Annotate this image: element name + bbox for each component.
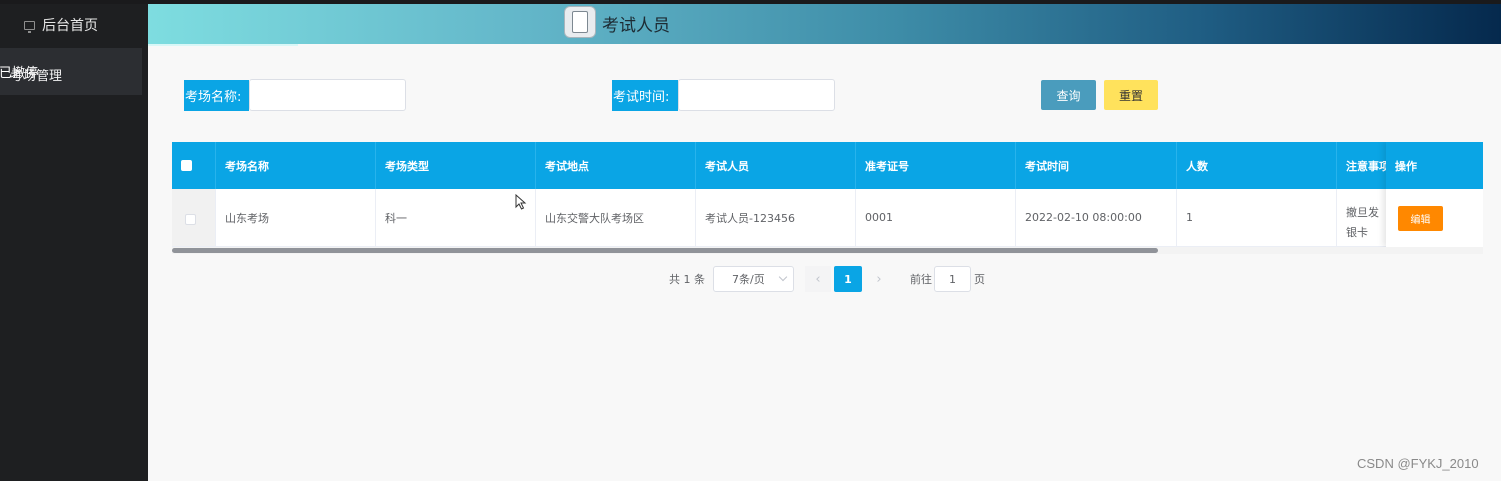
goto-page-input[interactable]: 1 (934, 266, 971, 292)
mouse-cursor-icon (515, 194, 527, 210)
column-header[interactable]: 考场名称 (216, 142, 376, 189)
select-all-checkbox[interactable] (181, 160, 192, 171)
cell-notes: 撤旦发银卡 (1337, 189, 1389, 247)
scrollbar-thumb[interactable] (172, 248, 1158, 253)
chevron-down-icon (778, 272, 788, 282)
table-header: 考场名称 考场类型 考试地点 考试人员 准考证号 考试时间 人数 注意事项 (172, 142, 1483, 189)
column-header-actions: 操作 (1386, 142, 1483, 189)
cell-count: 1 (1177, 189, 1337, 247)
fixed-actions-column: 操作 编辑 (1386, 142, 1483, 247)
header-highlight (148, 44, 298, 46)
column-header[interactable]: 考试人员 (696, 142, 856, 189)
data-table: 考场名称 考场类型 考试地点 考试人员 准考证号 考试时间 人数 注意事项 山东… (172, 142, 1483, 254)
exam-site-label: 考场名称: (184, 80, 249, 111)
page-title: 考试人员 (602, 16, 670, 36)
cell-exam-time: 2022-02-10 08:00:00 (1016, 189, 1177, 247)
column-header[interactable]: 考试地点 (536, 142, 696, 189)
prev-page-button[interactable]: ‹ (805, 266, 831, 292)
goto-label: 前往 (910, 273, 932, 286)
page-size-select[interactable]: 7条/页 (713, 266, 794, 292)
edit-button[interactable]: 编辑 (1398, 206, 1443, 231)
top-header: 考试人员 (148, 4, 1501, 46)
next-page-button[interactable]: › (866, 266, 892, 292)
sidebar: 后台首页 已撤停 考场管理 (0, 4, 148, 481)
exam-time-input[interactable] (678, 79, 835, 111)
column-header[interactable]: 考场类型 (376, 142, 536, 189)
column-header[interactable]: 准考证号 (856, 142, 1016, 189)
watermark: CSDN @FYKJ_2010 (1357, 456, 1479, 471)
pagination-total: 共 1 条 (669, 273, 705, 286)
page-number-current[interactable]: 1 (834, 266, 862, 292)
table-row[interactable]: 山东考场 科一 山东交警大队考场区 考试人员-123456 0001 2022-… (172, 189, 1483, 247)
goto-suffix: 页 (974, 273, 985, 286)
sidebar-item-home-label: 后台首页 (42, 18, 98, 34)
sidebar-item-exam-management[interactable]: 已撤停 考场管理 (0, 48, 142, 95)
exam-time-label: 考试时间: (612, 80, 678, 111)
cell-site-name: 山东考场 (216, 189, 376, 247)
window-top-edge (0, 0, 1501, 4)
sidebar-item-home[interactable]: 后台首页 (0, 4, 148, 46)
page-size-value: 7条/页 (732, 273, 765, 286)
monitor-icon (24, 20, 35, 33)
cell-location: 山东交警大队考场区 (536, 189, 696, 247)
cell-examinee: 考试人员-123456 (696, 189, 856, 247)
select-all-cell (172, 142, 216, 189)
query-button[interactable]: 查询 (1041, 80, 1096, 110)
app-logo-icon (564, 6, 596, 38)
horizontal-scrollbar[interactable] (172, 247, 1483, 254)
exam-site-input[interactable] (249, 79, 406, 111)
row-checkbox[interactable] (185, 214, 196, 225)
column-header[interactable]: 考试时间 (1016, 142, 1177, 189)
column-header[interactable]: 人数 (1177, 142, 1337, 189)
sidebar-item-label: 考场管理 (10, 69, 63, 84)
cell-admission-no: 0001 (856, 189, 1016, 247)
reset-button[interactable]: 重置 (1104, 80, 1158, 110)
cell-site-type: 科一 (376, 189, 536, 247)
